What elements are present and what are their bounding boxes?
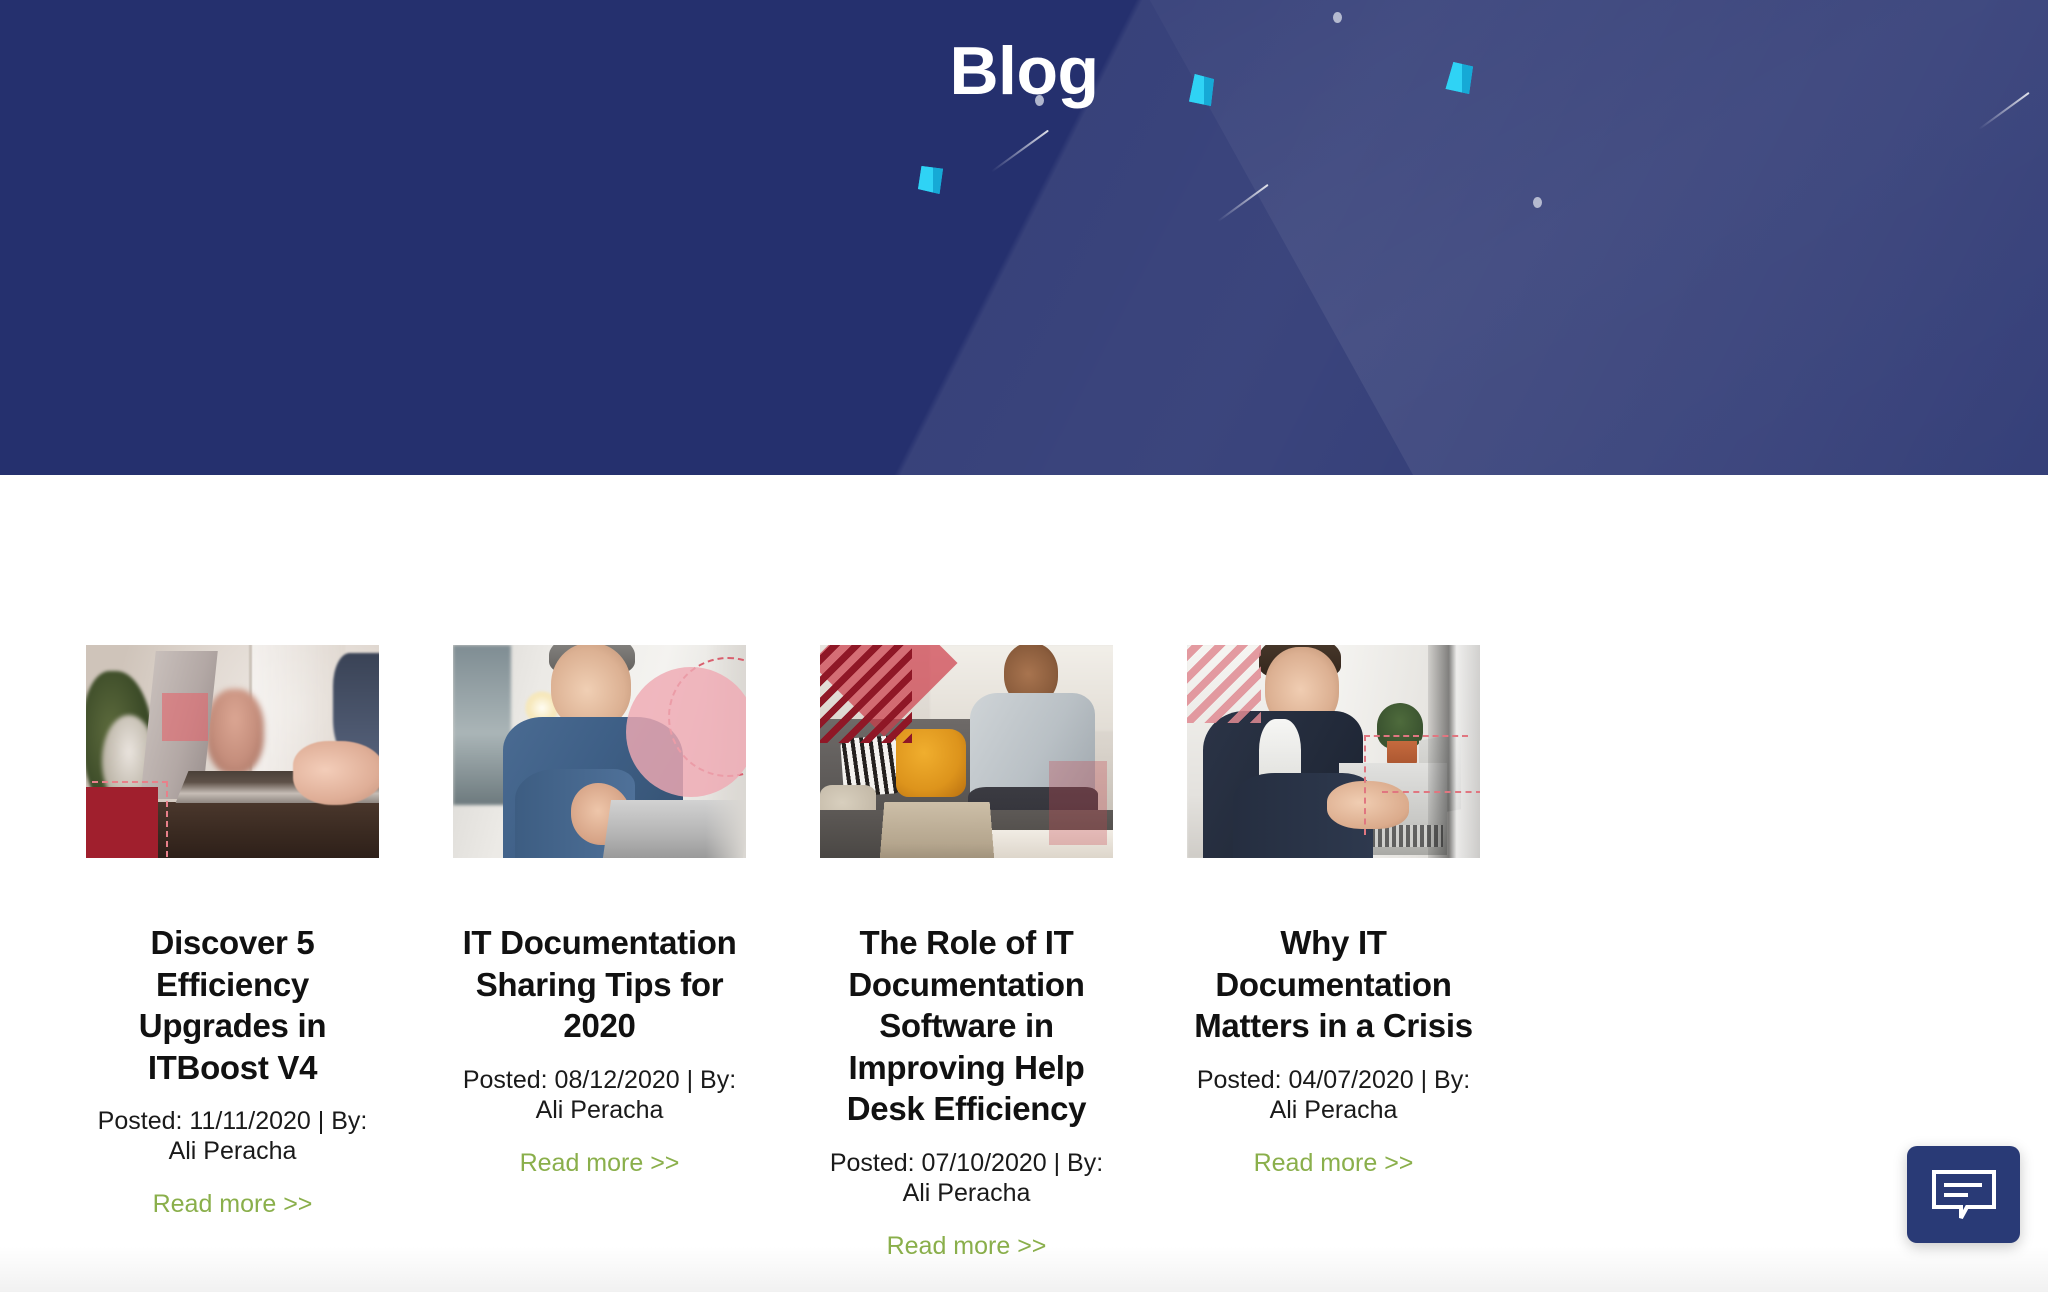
decorative-streak (991, 129, 1049, 173)
chat-bubble-icon (1931, 1169, 1996, 1219)
blog-card-title: Discover 5 Efficiency Upgrades in ITBoos… (138, 924, 327, 1086)
read-more-link[interactable]: Read more >> (1187, 1149, 1480, 1178)
blog-card-thumbnail[interactable] (820, 645, 1113, 858)
blog-content: Discover 5 Efficiency Upgrades in ITBoos… (0, 475, 2048, 1292)
read-more-link[interactable]: Read more >> (453, 1149, 746, 1178)
overlay-dashed-frame (1364, 735, 1468, 835)
blog-card-thumbnail[interactable] (1187, 645, 1480, 858)
blog-card[interactable]: Discover 5 Efficiency Upgrades in ITBoos… (86, 645, 379, 1261)
decorative-streak (1217, 183, 1269, 223)
hero-banner: Blog (0, 0, 2048, 475)
blog-post-grid: Discover 5 Efficiency Upgrades in ITBoos… (86, 645, 1480, 1261)
blog-card[interactable]: IT Documentation Sharing Tips for 2020 P… (453, 645, 746, 1261)
overlay-red-rectangle (86, 787, 158, 858)
chat-widget-button[interactable] (1907, 1146, 2020, 1243)
blog-card-meta: Posted: 08/12/2020 | By: Ali Peracha (462, 1065, 737, 1124)
blog-card-thumbnail[interactable] (86, 645, 379, 858)
overlay-dashed-line (1382, 791, 1480, 793)
overlay-diagonal-stripes (1187, 645, 1261, 723)
overlay-pink-circle (626, 667, 746, 797)
cube-face-right (933, 166, 943, 194)
cube-face-left (918, 166, 933, 194)
blog-card-meta: Posted: 04/07/2020 | By: Ali Peracha (1196, 1065, 1471, 1124)
overlay-pink-rectangle (1049, 761, 1107, 845)
blog-card-thumbnail[interactable] (453, 645, 746, 858)
page-title: Blog (949, 33, 1099, 109)
blog-card-title: Why IT Documentation Matters in a Crisis (1194, 924, 1473, 1045)
decorative-cube (918, 166, 943, 194)
blog-card-meta: Posted: 11/11/2020 | By: Ali Peracha (97, 1107, 368, 1166)
overlay-diagonal-stripes (820, 645, 912, 743)
read-more-link[interactable]: Read more >> (86, 1190, 379, 1219)
blog-card[interactable]: The Role of IT Documentation Software in… (820, 645, 1113, 1261)
read-more-link[interactable]: Read more >> (820, 1232, 1113, 1261)
decorative-dot (1333, 12, 1342, 23)
blog-card-title: IT Documentation Sharing Tips for 2020 (462, 924, 737, 1045)
blog-card-meta: Posted: 07/10/2020 | By: Ali Peracha (829, 1148, 1104, 1207)
overlay-pink-rectangle (162, 693, 208, 741)
blog-card[interactable]: Why IT Documentation Matters in a Crisis… (1187, 645, 1480, 1261)
blog-card-title: The Role of IT Documentation Software in… (846, 924, 1087, 1128)
decorative-dot (1533, 197, 1542, 208)
